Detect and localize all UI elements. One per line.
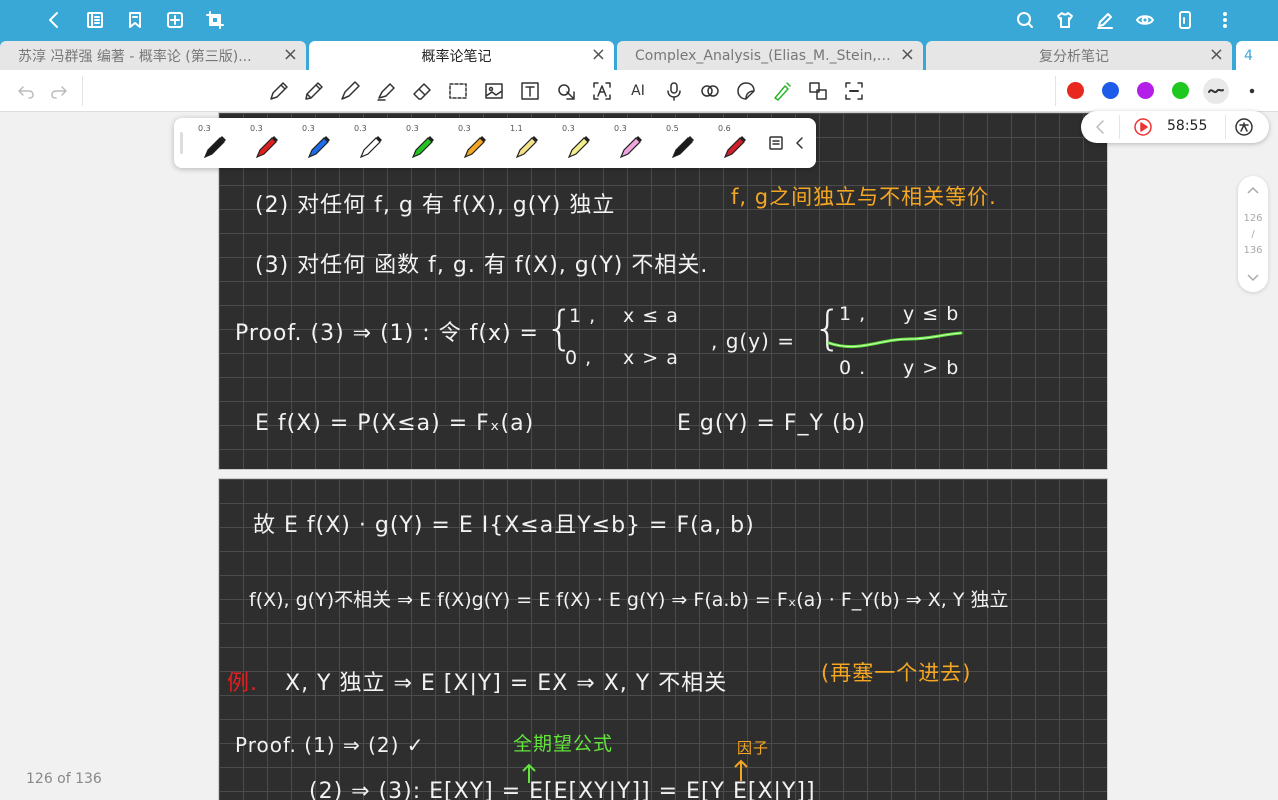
pen-preset[interactable]: 0.3 <box>604 122 654 164</box>
tab-label: 复分析笔记 <box>1039 48 1109 65</box>
fountain-pen-icon[interactable] <box>267 79 291 103</box>
divider <box>1119 115 1120 139</box>
color-swatch-blue[interactable] <box>1102 82 1119 99</box>
transcribe-icon[interactable] <box>1232 115 1256 139</box>
pen-preset[interactable]: 0.3 <box>552 122 602 164</box>
ocr-icon[interactable] <box>842 79 866 103</box>
color-swatch-green[interactable] <box>1172 82 1189 99</box>
eraser-icon[interactable] <box>410 79 434 103</box>
collapse-chevron-icon[interactable] <box>788 131 812 155</box>
tab-textbook[interactable]: 苏淳 冯群强 编著 - 概率论 (第三版)... × <box>0 41 306 70</box>
view-eye-icon[interactable] <box>1131 6 1159 34</box>
tab-label: 概率论笔记 <box>421 48 492 65</box>
pen-icon <box>307 136 330 159</box>
drawing-toolbar: AI <box>0 70 1278 112</box>
tab-probability-notes[interactable]: 概率论笔记 × <box>309 41 614 70</box>
redo-icon[interactable] <box>47 79 71 103</box>
timer-value: 58:55 <box>1167 118 1208 134</box>
audio-record-icon[interactable] <box>698 79 722 103</box>
crop-icon[interactable] <box>201 6 229 34</box>
palette-settings-icon[interactable] <box>764 131 788 155</box>
pen-icon <box>515 136 538 159</box>
divider <box>1225 115 1226 139</box>
shape-icon[interactable] <box>554 79 578 103</box>
pen-preset[interactable]: 0.6 <box>708 122 758 164</box>
tab-label: 苏淳 冯群强 编著 - 概率论 (第三版)... <box>18 48 252 65</box>
more-vertical-icon[interactable] <box>1211 6 1239 34</box>
pen-preset[interactable]: 0.3 <box>344 122 394 164</box>
page-count-label: 126 of 136 <box>26 771 102 787</box>
theme-shirt-icon[interactable] <box>1051 6 1079 34</box>
total-pages: 136 <box>1243 245 1263 256</box>
tab-complex-notes[interactable]: 复分析笔记 × <box>926 41 1232 70</box>
close-icon[interactable]: × <box>1209 46 1224 64</box>
record-play-icon[interactable] <box>1131 115 1155 139</box>
pen-preset[interactable]: 0.3 <box>292 122 342 164</box>
ai-tool[interactable]: AI <box>626 79 650 103</box>
drag-handle[interactable] <box>180 132 183 154</box>
pencil-icon[interactable] <box>302 79 326 103</box>
tab-bar: 苏淳 冯群强 编著 - 概率论 (第三版)... × 概率论笔记 × Compl… <box>0 40 1278 70</box>
tab-label: Complex_Analysis_(Elias_M._Stein,_... <box>635 47 895 64</box>
pen-preset[interactable]: 0.3 <box>188 122 238 164</box>
stroke-size-icon[interactable] <box>1240 79 1264 103</box>
stroke-style-icon[interactable] <box>1203 78 1229 104</box>
pen-icon <box>463 136 486 159</box>
translate-icon[interactable] <box>806 79 830 103</box>
note-last-line: (2) ⇒ (3): E[XY] = E[E[XY|Y]] = E[Y E[X|… <box>309 779 816 800</box>
chevron-down-icon[interactable] <box>1246 272 1260 284</box>
note-page-lower[interactable]: 故 E f(X) · g(Y) = E I{X≤a且Y≤b} = F(a, b)… <box>218 478 1108 800</box>
tab-count[interactable]: 4 <box>1236 41 1278 70</box>
pen-palette: 0.3 0.3 0.3 0.3 0.3 0.3 1.1 0.3 0.3 0.5 0.6 <box>174 118 816 168</box>
outline-icon[interactable] <box>81 6 109 34</box>
undo-icon[interactable] <box>14 79 38 103</box>
color-swatch-purple[interactable] <box>1137 82 1154 99</box>
pen-icon <box>203 136 226 159</box>
bookmark-icon[interactable] <box>121 6 149 34</box>
pen-icon <box>255 136 278 159</box>
image-icon[interactable] <box>482 79 506 103</box>
chevron-left-icon[interactable] <box>1089 115 1113 139</box>
pen-mode-icon[interactable] <box>1091 6 1119 34</box>
color-swatch-red[interactable] <box>1067 82 1084 99</box>
close-icon[interactable]: × <box>283 46 298 64</box>
laser-pointer-icon[interactable] <box>770 79 794 103</box>
divider <box>1055 76 1056 106</box>
sticker-icon[interactable] <box>734 79 758 103</box>
close-icon[interactable]: × <box>591 46 606 64</box>
text-recognize-icon[interactable] <box>590 79 614 103</box>
recording-timer: 58:55 <box>1081 111 1269 143</box>
microphone-icon[interactable] <box>662 79 686 103</box>
ballpoint-pen-icon[interactable] <box>338 79 362 103</box>
pen-preset[interactable]: 0.3 <box>240 122 290 164</box>
pen-icon <box>567 136 590 159</box>
pen-icon <box>723 136 746 159</box>
pen-preset[interactable]: 0.5 <box>656 122 706 164</box>
pen-preset[interactable]: 0.3 <box>396 122 446 164</box>
pen-preset[interactable]: 1.1 <box>500 122 550 164</box>
current-page: 126 <box>1243 213 1263 224</box>
pen-icon <box>411 136 434 159</box>
top-app-bar <box>0 0 1278 40</box>
page-slash: / <box>1251 229 1255 240</box>
pen-icon <box>359 136 382 159</box>
lasso-select-icon[interactable] <box>446 79 470 103</box>
tab-complex-analysis[interactable]: Complex_Analysis_(Elias_M._Stein,_... × <box>617 41 923 70</box>
highlighter-icon[interactable] <box>374 79 398 103</box>
close-icon[interactable]: × <box>900 46 915 64</box>
search-icon[interactable] <box>1011 6 1039 34</box>
chevron-up-icon[interactable] <box>1246 184 1260 196</box>
ai-label: AI <box>631 83 645 99</box>
pen-preset[interactable]: 0.3 <box>448 122 498 164</box>
back-icon[interactable] <box>40 6 68 34</box>
annotation-arrows <box>522 759 748 783</box>
page-scroll-indicator[interactable]: 126 / 136 <box>1238 176 1268 292</box>
pen-icon <box>619 136 642 159</box>
add-page-icon[interactable] <box>161 6 189 34</box>
pen-icon <box>671 136 694 159</box>
tablet-icon[interactable] <box>1171 6 1199 34</box>
textbox-icon[interactable] <box>518 79 542 103</box>
divider <box>82 76 83 106</box>
